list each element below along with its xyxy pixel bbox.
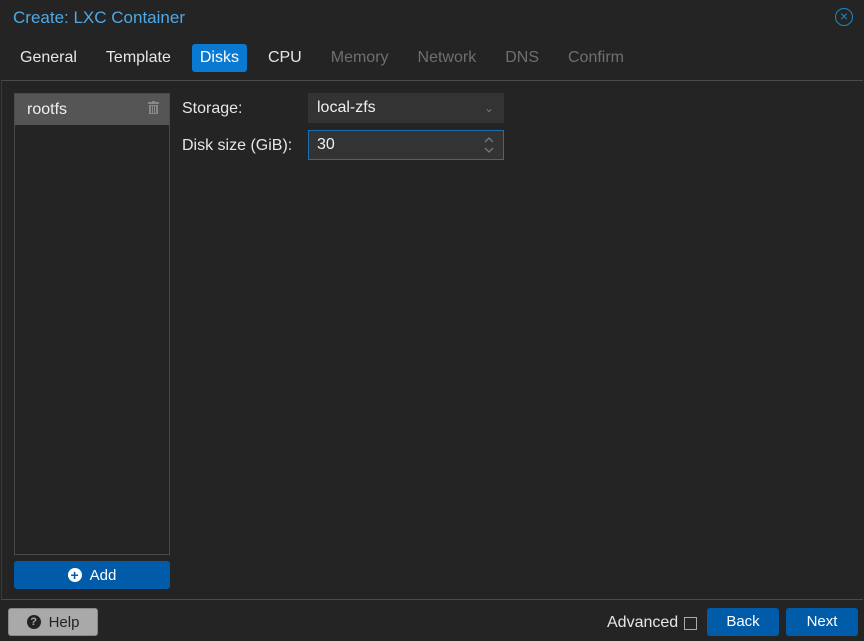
disk-size-label: Disk size (GiB): (182, 137, 293, 154)
disk-list: rootfs (14, 93, 170, 555)
disk-label: rootfs (27, 101, 68, 118)
storage-value: local-zfs (317, 99, 376, 116)
tab-dns: DNS (505, 49, 539, 66)
advanced-checkbox[interactable] (684, 616, 698, 630)
next-button[interactable]: Next (786, 608, 858, 636)
tab-confirm: Confirm (567, 49, 624, 66)
spinner-icon[interactable] (483, 134, 495, 156)
chevron-down-icon[interactable]: ⌄ (484, 93, 494, 123)
tab-template[interactable]: Template (98, 44, 179, 72)
disk-list-item[interactable]: rootfs (15, 94, 169, 125)
advanced-toggle[interactable]: Advanced (607, 614, 698, 632)
trash-icon[interactable] (148, 101, 159, 114)
disk-size-input[interactable]: 30 (308, 130, 504, 160)
help-button[interactable]: ? Help (8, 608, 98, 636)
tab-disks[interactable]: Disks (191, 44, 247, 72)
dialog-title: Create: LXC Container (13, 8, 185, 27)
tab-network: Network (417, 49, 477, 66)
tab-general[interactable]: General (12, 44, 85, 72)
question-circle-icon: ? (26, 615, 41, 629)
add-label: Add (89, 566, 117, 584)
help-label: Help (48, 613, 80, 631)
close-icon[interactable]: × (835, 8, 853, 26)
tab-memory: Memory (330, 49, 389, 66)
add-disk-button[interactable]: + Add (14, 561, 170, 589)
wizard-tabs: General Template Disks CPU Memory Networ… (12, 44, 645, 72)
back-button[interactable]: Back (707, 608, 779, 636)
storage-select[interactable]: local-zfs ⌄ (308, 93, 504, 123)
storage-label: Storage: (182, 100, 243, 117)
advanced-label: Advanced (607, 614, 679, 631)
tab-cpu[interactable]: CPU (260, 44, 310, 72)
disk-size-value: 30 (317, 136, 335, 153)
plus-circle-icon: + (67, 568, 82, 582)
